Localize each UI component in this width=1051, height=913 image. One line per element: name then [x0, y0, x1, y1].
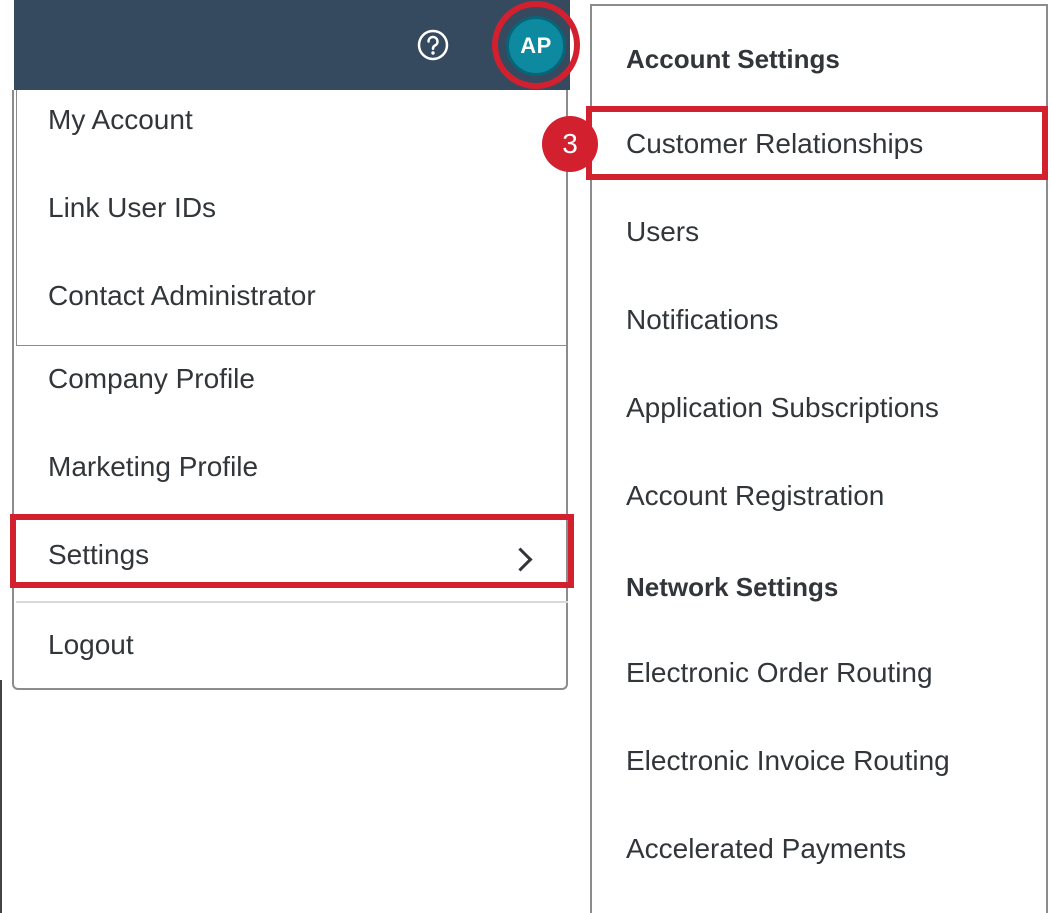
menu-item-label: Contact Administrator — [48, 280, 316, 311]
panel-item-application-subscriptions[interactable]: Application Subscriptions — [626, 392, 939, 424]
avatar[interactable]: AP — [506, 16, 566, 76]
menu-item-my-account[interactable]: My Account — [12, 104, 564, 144]
menu-divider — [16, 601, 568, 603]
panel-item-electronic-order-routing[interactable]: Electronic Order Routing — [626, 657, 933, 689]
section-title-network-settings: Network Settings — [626, 572, 839, 602]
window-edge — [0, 680, 2, 913]
menu-item-company-profile[interactable]: Company Profile — [12, 363, 564, 403]
settings-highlight — [10, 514, 574, 588]
customer-relationships-highlight — [586, 106, 1048, 180]
menu-item-logout[interactable]: Logout — [12, 629, 564, 669]
menu-item-label: Company Profile — [48, 363, 255, 394]
panel-item-electronic-invoice-routing[interactable]: Electronic Invoice Routing — [626, 745, 950, 777]
menu-item-label: Link User IDs — [48, 192, 217, 223]
panel-item-notifications[interactable]: Notifications — [626, 304, 779, 336]
menu-item-label: Logout — [48, 629, 134, 660]
panel-item-users[interactable]: Users — [626, 216, 699, 248]
panel-item-account-registration[interactable]: Account Registration — [626, 480, 884, 512]
step-number-badge: 3 — [542, 116, 598, 172]
menu-item-contact-administrator[interactable]: Contact Administrator — [12, 280, 564, 320]
menu-item-link-user-ids[interactable]: Link User IDs — [12, 192, 564, 232]
menu-item-marketing-profile[interactable]: Marketing Profile — [12, 451, 564, 491]
panel-item-accelerated-payments[interactable]: Accelerated Payments — [626, 833, 906, 865]
shell-bar — [14, 0, 570, 90]
section-title-account-settings: Account Settings — [626, 44, 840, 74]
menu-item-label: Marketing Profile — [48, 451, 259, 482]
menu-item-label: My Account — [48, 104, 193, 135]
question-circle-icon[interactable] — [416, 28, 450, 62]
